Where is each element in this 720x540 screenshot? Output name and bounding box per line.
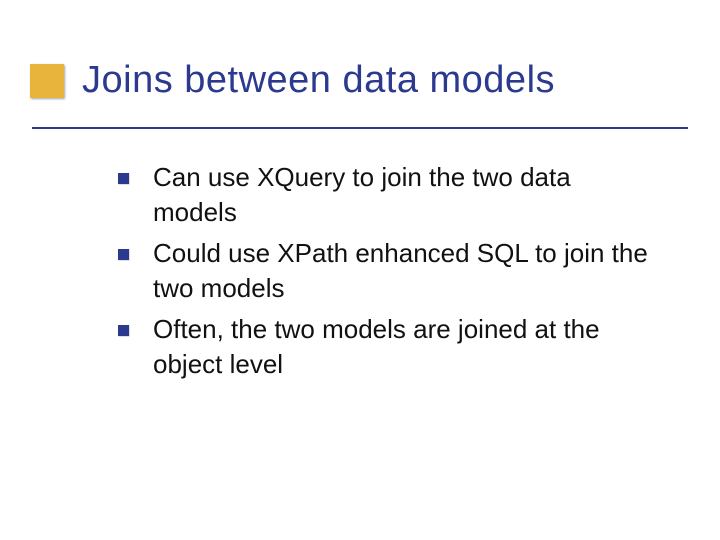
square-bullet-icon: [118, 173, 129, 184]
list-item: Often, the two models are joined at the …: [118, 312, 660, 382]
list-item-text: Could use XPath enhanced SQL to join the…: [153, 236, 660, 306]
slide-title: Joins between data models: [82, 58, 690, 104]
square-bullet-icon: [118, 325, 129, 336]
list-item: Can use XQuery to join the two data mode…: [118, 160, 660, 230]
slide: Joins between data models Can use XQuery…: [0, 0, 720, 540]
list-item-text: Often, the two models are joined at the …: [153, 312, 660, 382]
square-bullet-icon: [118, 249, 129, 260]
list-item-text: Can use XQuery to join the two data mode…: [153, 160, 660, 230]
list-item: Could use XPath enhanced SQL to join the…: [118, 236, 660, 306]
corner-accent-square: [30, 64, 64, 98]
slide-body: Can use XQuery to join the two data mode…: [118, 160, 660, 389]
title-underline: [32, 127, 688, 129]
